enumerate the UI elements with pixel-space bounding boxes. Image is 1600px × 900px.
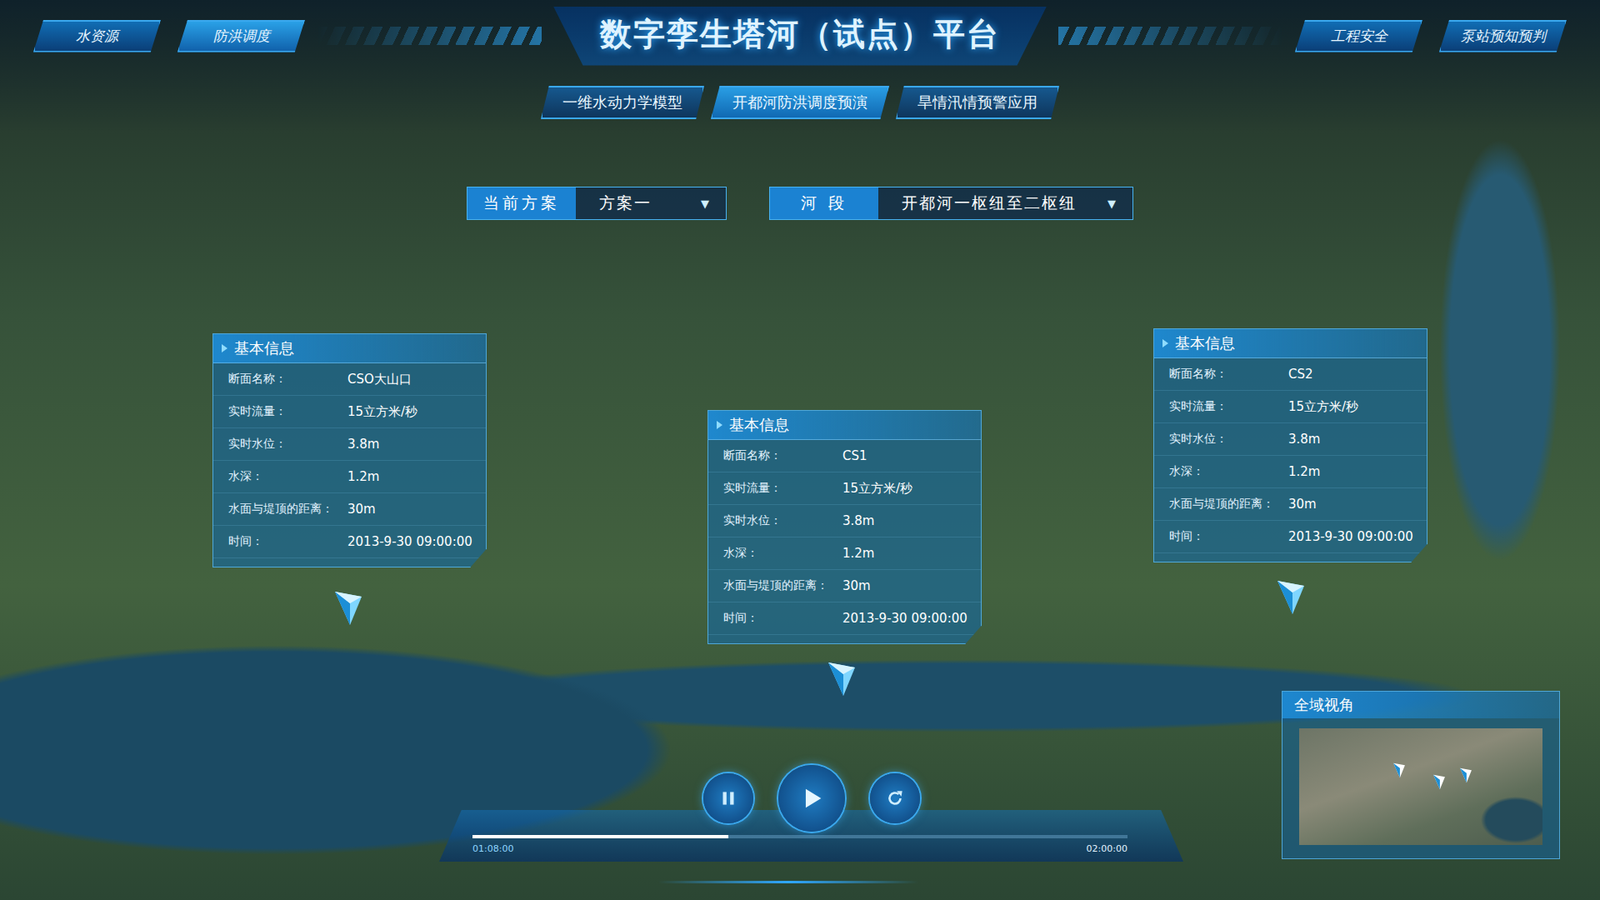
dropdown[interactable]: 河 段开都河一枢纽至二枢纽▼ [769, 186, 1134, 220]
overview-header: 全域视角 [1282, 691, 1560, 719]
sub-tab[interactable]: 旱情汛情预警应用 [895, 85, 1060, 120]
info-row: 实时流量：15立方米/秒 [1154, 390, 1427, 424]
info-row: 断面名称：CSO大山口 [213, 363, 486, 396]
info-row: 水面与堤顶的距离：30m [708, 570, 981, 603]
header-bar: 水资源防洪调度 数字孪生塔河（试点）平台 工程安全泵站预知预判 [0, 0, 1600, 72]
time-end: 02:00:00 [1086, 843, 1128, 855]
playback-buttons [439, 765, 1184, 832]
playback-bar: 01:08:00 02:00:00 [439, 765, 1184, 862]
info-card: 基本信息断面名称：CS2实时流量：15立方米/秒实时水位：3.8m水深：1.2m… [1153, 328, 1428, 563]
sub-tabs: 一维水动力学模型开都河防洪调度预演旱情汛情预警应用 [0, 85, 1600, 120]
info-row: 实时水位：3.8m [1154, 423, 1427, 456]
info-row: 断面名称：CS1 [708, 440, 981, 473]
dropdown-label: 当前方案 [467, 187, 576, 220]
nav-button[interactable]: 泵站预知预判 [1439, 20, 1567, 53]
time-start: 01:08:00 [472, 843, 514, 855]
replay-icon[interactable] [884, 787, 906, 810]
header-deco [316, 26, 542, 45]
page-title: 数字孪生塔河（试点）平台 [600, 13, 1000, 56]
play-button[interactable] [778, 765, 845, 832]
dropdown-value[interactable]: 开都河一枢纽至二枢纽▼ [878, 187, 1133, 220]
info-row: 实时水位：3.8m [708, 505, 981, 538]
sub-tab[interactable]: 开都河防洪调度预演 [710, 85, 890, 120]
triangle-icon [221, 344, 228, 353]
info-row: 水深：1.2m [1154, 455, 1427, 489]
info-row: 时间：2013-9-30 09:00:00 [213, 525, 486, 559]
info-row: 水面与堤顶的距离：30m [213, 493, 486, 526]
nav-button[interactable]: 防洪调度 [177, 20, 305, 53]
info-card: 基本信息断面名称：CS1实时流量：15立方米/秒实时水位：3.8m水深：1.2m… [707, 410, 982, 645]
info-row: 水面与堤顶的距离：30m [1154, 488, 1427, 521]
replay-button[interactable] [870, 773, 920, 824]
info-row: 实时流量：15立方米/秒 [213, 395, 486, 429]
mini-pin-icon[interactable] [1459, 766, 1473, 784]
mini-pin-icon[interactable] [1392, 761, 1406, 779]
timeline-times: 01:08:00 02:00:00 [472, 843, 1128, 855]
dropdown-label: 河 段 [770, 187, 879, 220]
map-pin-icon[interactable] [1275, 577, 1306, 616]
nav-button[interactable]: 水资源 [33, 20, 161, 53]
mini-pin-icon[interactable] [1432, 773, 1446, 790]
card-header: 基本信息 [1154, 329, 1427, 359]
pause-icon[interactable] [717, 787, 740, 810]
play-icon[interactable] [797, 784, 826, 813]
card-header: 基本信息 [708, 410, 981, 440]
triangle-icon [1162, 339, 1169, 348]
dashboard-screen: 水资源防洪调度数字孪生塔河（试点）平台工程安全泵站预知预判一维水动力学模型开都河… [0, 0, 1600, 900]
info-row: 时间：2013-9-30 09:00:00 [708, 602, 981, 635]
nav-button[interactable]: 工程安全 [1295, 20, 1423, 53]
title-banner: 数字孪生塔河（试点）平台 [553, 6, 1047, 66]
dropdown[interactable]: 当前方案方案一▼ [466, 186, 727, 220]
header-deco [1058, 26, 1284, 45]
dropdown-arrow-icon[interactable]: ▼ [700, 197, 711, 210]
info-row: 断面名称：CS2 [1154, 358, 1427, 391]
sub-tab[interactable]: 一维水动力学模型 [540, 85, 705, 120]
nav-left: 水资源防洪调度 [33, 20, 305, 53]
info-row: 水深：1.2m [213, 460, 486, 494]
info-row: 实时流量：15立方米/秒 [708, 472, 981, 505]
pause-button[interactable] [703, 773, 754, 824]
info-card: 基本信息断面名称：CSO大山口实时流量：15立方米/秒实时水位：3.8m水深：1… [212, 333, 487, 568]
overview-map[interactable] [1299, 728, 1543, 845]
bottom-glow [658, 880, 919, 884]
dropdown-arrow-icon[interactable]: ▼ [1107, 197, 1118, 210]
map-pin-icon[interactable] [826, 659, 857, 698]
triangle-icon [716, 420, 723, 430]
nav-right: 工程安全泵站预知预判 [1295, 20, 1567, 53]
dropdown-value[interactable]: 方案一▼ [575, 187, 726, 220]
overview-panel: 全域视角 [1281, 690, 1560, 860]
map-pin-icon[interactable] [333, 588, 364, 627]
info-row: 实时水位：3.8m [213, 428, 486, 461]
timeline-track[interactable] [472, 835, 1128, 839]
timeline-fill [472, 835, 729, 839]
selector-row: 当前方案方案一▼ 河 段开都河一枢纽至二枢纽▼ [0, 186, 1600, 220]
card-header: 基本信息 [213, 334, 486, 364]
info-row: 水深：1.2m [708, 537, 981, 570]
info-row: 时间：2013-9-30 09:00:00 [1154, 520, 1427, 554]
